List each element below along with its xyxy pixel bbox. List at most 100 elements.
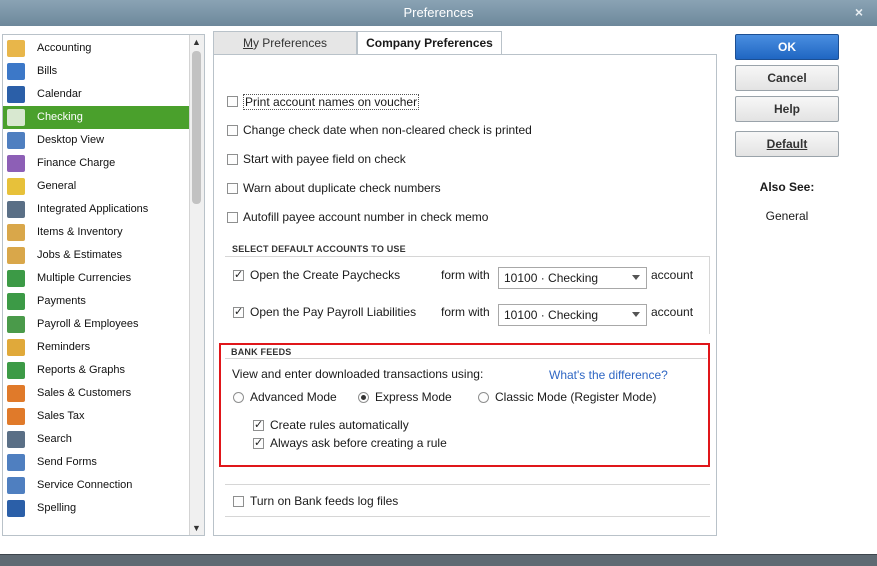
sidebar-item-label: Checking	[37, 111, 83, 123]
paychecks-account-value: 10100 · Checking	[504, 271, 599, 285]
autofill-payee-checkbox[interactable]	[227, 212, 238, 223]
reminders-icon	[7, 339, 25, 356]
bank-feeds-heading: BANK FEEDS	[231, 347, 292, 357]
sidebar-item-label: Bills	[37, 65, 58, 77]
desktop-view-icon	[7, 132, 25, 149]
sidebar-item-label: Items & Inventory	[37, 226, 123, 238]
sidebar-item-finance-charge[interactable]: Finance Charge	[3, 152, 189, 175]
form-with-label: form with	[441, 305, 490, 319]
payroll-liabilities-account-value: 10100 · Checking	[504, 308, 599, 322]
sidebar-item-label: Spelling	[37, 502, 77, 514]
scroll-up-icon[interactable]: ▲	[192, 37, 201, 47]
close-icon[interactable]: ×	[855, 4, 863, 20]
sidebar-item-label: Service Connection	[37, 479, 133, 491]
sidebar-item-accounting[interactable]: Accounting	[3, 37, 189, 60]
default-button[interactable]: Default	[735, 131, 839, 157]
sidebar-item-checking[interactable]: Checking	[3, 106, 189, 129]
warn-duplicate-checkbox[interactable]	[227, 183, 238, 194]
section-divider	[225, 516, 710, 517]
sidebar-item-integrated-applications[interactable]: Integrated Applications	[3, 198, 189, 221]
scroll-down-icon[interactable]: ▼	[192, 523, 201, 533]
always-ask-checkbox[interactable]	[253, 436, 264, 449]
reports-graphs-icon	[7, 362, 25, 379]
sidebar-item-sales-customers[interactable]: Sales & Customers	[3, 382, 189, 405]
advanced-mode-radio[interactable]	[233, 392, 244, 403]
scrollbar-thumb[interactable]	[192, 51, 201, 204]
integrated-applications-icon	[7, 201, 25, 218]
pay-payroll-liabilities-checkbox[interactable]	[233, 305, 244, 318]
sidebar-item-label: Accounting	[37, 42, 92, 54]
spelling-icon	[7, 500, 25, 517]
paychecks-account-select[interactable]: 10100 · Checking	[498, 267, 647, 289]
sidebar-item-label: Search	[37, 433, 72, 445]
payroll-liabilities-account-select[interactable]: 10100 · Checking	[498, 304, 647, 326]
tab-company-preferences[interactable]: Company Preferences	[357, 31, 502, 56]
sales-customers-icon	[7, 385, 25, 402]
sidebar-item-label: Reports & Graphs	[37, 364, 126, 376]
sidebar-item-label: Reminders	[37, 341, 91, 353]
sidebar-item-label: Finance Charge	[37, 157, 116, 169]
multiple-currencies-icon	[7, 270, 25, 287]
sidebar-item-multiple-currencies[interactable]: Multiple Currencies	[3, 267, 189, 290]
also-see-general-link[interactable]: General	[735, 209, 839, 223]
create-paychecks-checkbox[interactable]	[233, 268, 244, 281]
sidebar-item-desktop-view[interactable]: Desktop View	[3, 129, 189, 152]
bottom-bar	[0, 554, 877, 566]
sidebar-item-spelling[interactable]: Spelling	[3, 497, 189, 520]
jobs-estimates-icon	[7, 247, 25, 264]
ok-button[interactable]: OK	[735, 34, 839, 60]
classic-mode-radio[interactable]	[478, 392, 489, 403]
whats-the-difference-link[interactable]: What's the difference?	[549, 368, 668, 382]
bank-feeds-log-label: Turn on Bank feeds log files	[250, 494, 399, 508]
checking-icon	[7, 109, 25, 126]
pay-payroll-liabilities-label: Open the Pay Payroll Liabilities	[250, 305, 417, 319]
sidebar-item-label: Calendar	[37, 88, 82, 100]
chevron-down-icon	[632, 312, 640, 317]
title-bar: Preferences ×	[0, 0, 877, 26]
accounting-icon	[7, 40, 25, 57]
sidebar-item-label: Payments	[37, 295, 86, 307]
calendar-icon	[7, 86, 25, 103]
sales-tax-icon	[7, 408, 25, 425]
default-accounts-heading: SELECT DEFAULT ACCOUNTS TO USE	[232, 244, 406, 254]
send-forms-icon	[7, 454, 25, 471]
sidebar-item-sales-tax[interactable]: Sales Tax	[3, 405, 189, 428]
also-see-heading: Also See:	[759, 180, 815, 194]
express-mode-label: Express Mode	[375, 390, 452, 404]
search-icon	[7, 431, 25, 448]
sidebar-item-reports-graphs[interactable]: Reports & Graphs	[3, 359, 189, 382]
sidebar-item-payroll-employees[interactable]: Payroll & Employees	[3, 313, 189, 336]
express-mode-radio[interactable]	[358, 392, 369, 403]
start-with-payee-checkbox[interactable]	[227, 154, 238, 165]
sidebar-item-bills[interactable]: Bills	[3, 60, 189, 83]
sidebar-item-label: Desktop View	[37, 134, 105, 146]
tab-my-preferences[interactable]: My Preferences	[213, 31, 357, 55]
help-button[interactable]: Help	[735, 96, 839, 122]
sidebar-scrollbar[interactable]: ▲ ▼	[189, 35, 204, 535]
sidebar-item-payments[interactable]: Payments	[3, 290, 189, 313]
items-inventory-icon	[7, 224, 25, 241]
account-suffix-label: account	[651, 305, 694, 319]
sidebar-item-send-forms[interactable]: Send Forms	[3, 451, 189, 474]
sidebar-item-general[interactable]: General	[3, 175, 189, 198]
sidebar-item-jobs-estimates[interactable]: Jobs & Estimates	[3, 244, 189, 267]
sidebar-item-items-inventory[interactable]: Items & Inventory	[3, 221, 189, 244]
sidebar-item-reminders[interactable]: Reminders	[3, 336, 189, 359]
cancel-button[interactable]: Cancel	[735, 65, 839, 91]
print-account-names-checkbox[interactable]	[227, 96, 238, 107]
bank-feeds-log-checkbox[interactable]	[233, 496, 244, 507]
create-rules-label: Create rules automatically	[270, 418, 409, 432]
sidebar-item-search[interactable]: Search	[3, 428, 189, 451]
section-border	[709, 256, 710, 334]
sidebar-item-service-connection[interactable]: Service Connection	[3, 474, 189, 497]
section-divider	[225, 256, 710, 257]
tab-my-preferences-accel: M	[242, 36, 253, 50]
create-rules-checkbox[interactable]	[253, 418, 264, 431]
finance-charge-icon	[7, 155, 25, 172]
bills-icon	[7, 63, 25, 80]
sidebar-item-calendar[interactable]: Calendar	[3, 83, 189, 106]
sidebar-item-label: Integrated Applications	[37, 203, 149, 215]
chevron-down-icon	[632, 275, 640, 280]
change-check-date-checkbox[interactable]	[227, 125, 238, 136]
payroll-employees-icon	[7, 316, 25, 333]
